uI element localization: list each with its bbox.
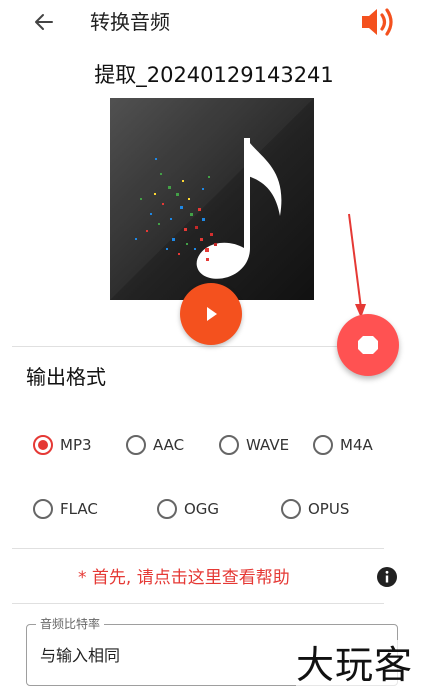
music-note-icon xyxy=(110,98,314,300)
help-link[interactable]: * 首先, 请点击这里查看帮助 xyxy=(78,566,290,590)
radio-m4a[interactable]: M4A xyxy=(313,432,373,458)
watermark: 大玩客 xyxy=(296,640,414,690)
radio-indicator xyxy=(126,435,146,455)
radio-wave[interactable]: WAVE xyxy=(219,432,289,458)
radio-indicator xyxy=(33,499,53,519)
volume-icon xyxy=(362,8,393,36)
radio-indicator xyxy=(281,499,301,519)
page-title: 转换音频 xyxy=(90,10,170,34)
divider xyxy=(12,603,384,604)
radio-aac[interactable]: AAC xyxy=(126,432,184,458)
bitrate-label: 音频比特率 xyxy=(36,616,105,632)
album-artwork xyxy=(110,98,314,300)
radio-indicator xyxy=(313,435,333,455)
stop-button[interactable] xyxy=(337,314,399,376)
back-button[interactable] xyxy=(30,8,58,36)
radio-label: AAC xyxy=(153,436,185,454)
speaker-button[interactable] xyxy=(358,4,398,40)
radio-indicator xyxy=(33,435,53,455)
radio-label: FLAC xyxy=(60,500,98,518)
radio-indicator xyxy=(157,499,177,519)
radio-opus[interactable]: OPUS xyxy=(281,496,349,522)
top-app-bar: 转换音频 xyxy=(0,0,428,46)
radio-label: WAVE xyxy=(246,436,290,454)
output-format-title: 输出格式 xyxy=(26,365,106,389)
radio-indicator xyxy=(219,435,239,455)
radio-ogg[interactable]: OGG xyxy=(157,496,219,522)
annotation-arrow xyxy=(348,213,366,318)
radio-label: MP3 xyxy=(60,436,92,454)
radio-label: M4A xyxy=(340,436,373,454)
divider xyxy=(12,346,338,347)
radio-mp3[interactable]: MP3 xyxy=(33,432,92,458)
play-icon xyxy=(207,307,217,321)
file-name: 提取_20240129143241 xyxy=(94,63,334,87)
arrow-left-icon xyxy=(35,14,53,30)
info-button[interactable] xyxy=(376,566,398,588)
play-button[interactable] xyxy=(180,283,242,345)
divider xyxy=(12,548,384,549)
bitrate-value: 与输入相同 xyxy=(40,646,121,665)
radio-label: OGG xyxy=(184,500,220,518)
radio-flac[interactable]: FLAC xyxy=(33,496,98,522)
info-icon xyxy=(377,567,397,587)
radio-label: OPUS xyxy=(308,500,350,518)
stop-icon xyxy=(358,336,378,354)
